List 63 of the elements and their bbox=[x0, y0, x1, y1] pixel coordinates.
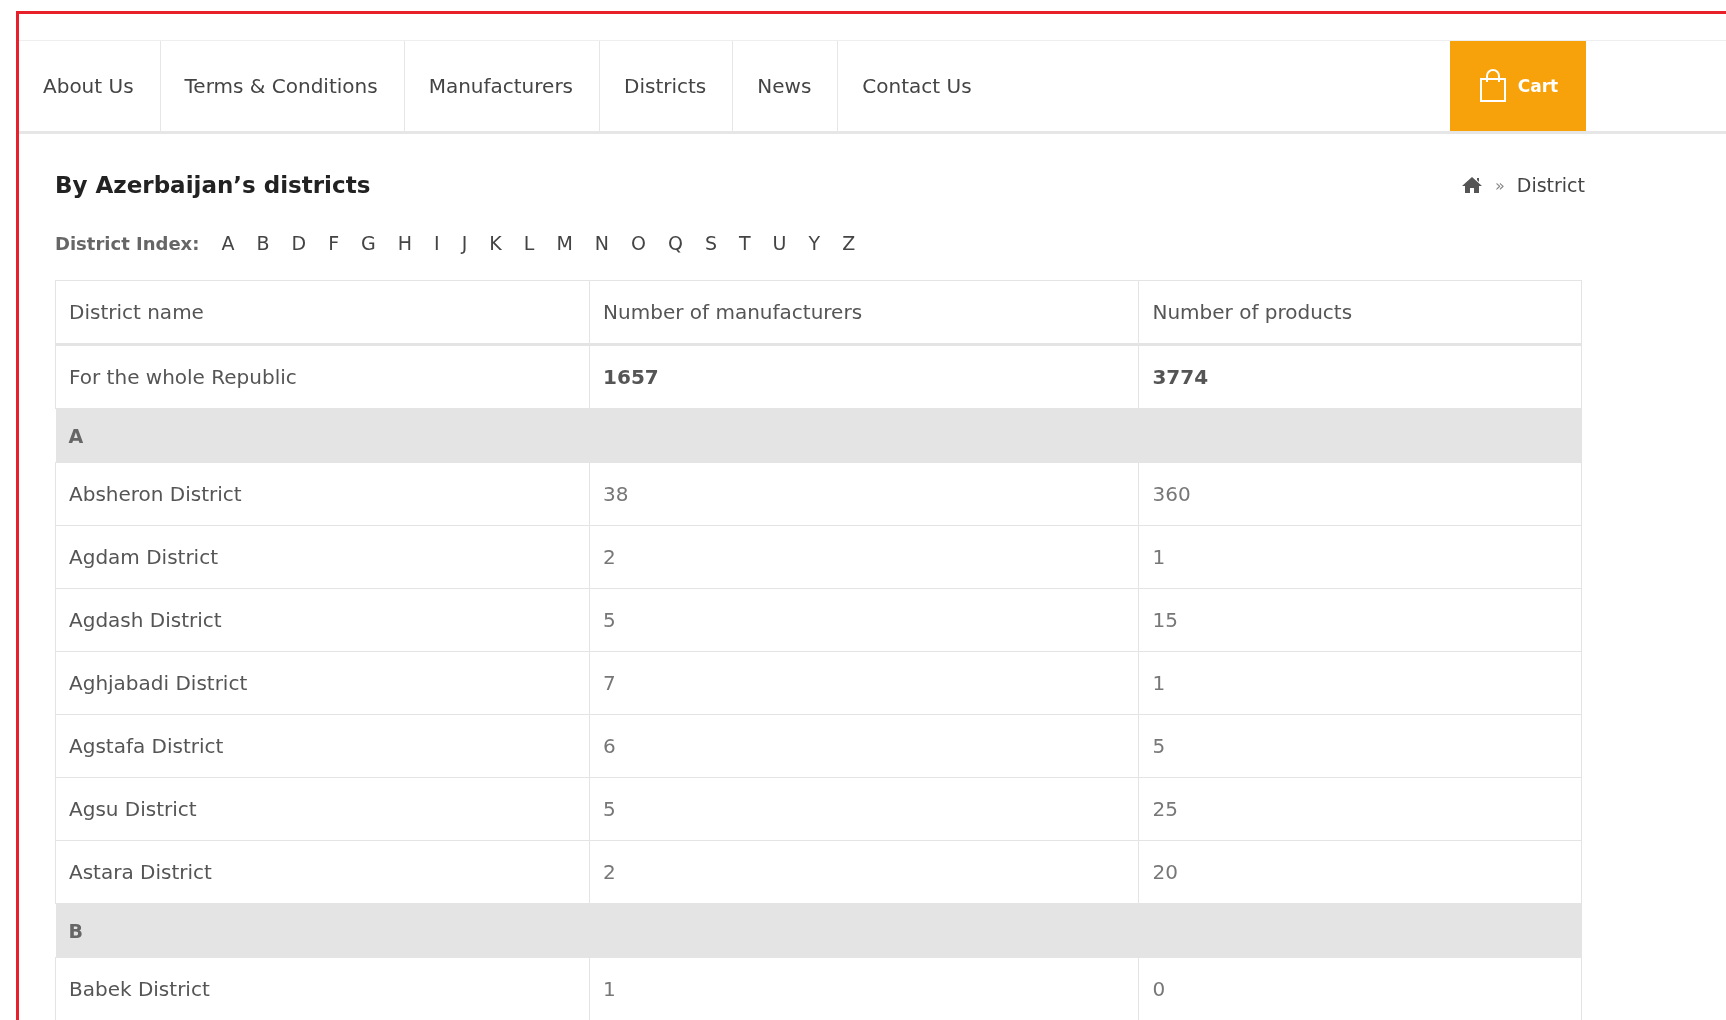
table-cell: 0 bbox=[1138, 957, 1582, 1020]
nav-link[interactable]: Terms & Conditions bbox=[160, 41, 405, 131]
index-letter-link[interactable]: F bbox=[328, 232, 340, 254]
table-cell: 5 bbox=[589, 777, 1139, 841]
index-letter-link[interactable]: H bbox=[397, 232, 413, 254]
table-cell: Babek District bbox=[55, 957, 590, 1020]
index-letter-link[interactable]: I bbox=[434, 232, 440, 254]
nav-link[interactable]: Districts bbox=[600, 41, 734, 131]
shopping-bag-icon bbox=[1477, 69, 1508, 103]
index-letter-link[interactable]: Z bbox=[842, 232, 856, 254]
table-cell: 38 bbox=[589, 462, 1139, 526]
table-cell: Agdash District bbox=[55, 588, 590, 652]
nav-link[interactable]: Contact Us bbox=[838, 41, 998, 131]
table-cell: 6 bbox=[589, 714, 1139, 778]
group-header-cell: A bbox=[55, 408, 590, 463]
table-cell: 1 bbox=[1138, 525, 1582, 589]
table-cell: Astara District bbox=[55, 840, 590, 904]
table-cell: 1657 bbox=[589, 344, 1139, 409]
index-letter-link[interactable]: G bbox=[361, 232, 376, 254]
table-cell: Aghjabadi District bbox=[55, 651, 590, 715]
index-letter-link[interactable]: M bbox=[556, 232, 573, 254]
table-cell: Agsu District bbox=[55, 777, 590, 841]
table-cell: 5 bbox=[589, 588, 1139, 652]
table-cell: 1 bbox=[589, 957, 1139, 1020]
breadcrumb-current: District bbox=[1516, 174, 1585, 196]
index-letter-link[interactable]: B bbox=[256, 232, 270, 254]
index-letter-link[interactable]: K bbox=[489, 232, 502, 254]
index-letter-link[interactable]: D bbox=[291, 232, 307, 254]
page-title: By Azerbaijan’s districts bbox=[55, 172, 371, 198]
column-header: District name bbox=[55, 280, 590, 345]
home-icon[interactable] bbox=[1460, 176, 1483, 194]
index-letter-link[interactable]: O bbox=[631, 232, 646, 254]
index-letter-link[interactable]: Q bbox=[667, 232, 683, 254]
table-cell: 1 bbox=[1138, 651, 1582, 715]
table-cell: 2 bbox=[589, 840, 1139, 904]
nav-link[interactable]: News bbox=[733, 41, 839, 131]
index-letter-link[interactable]: S bbox=[704, 232, 717, 254]
index-letter-link[interactable]: N bbox=[594, 232, 609, 254]
index-letter-link[interactable]: U bbox=[772, 232, 787, 254]
index-letter-link[interactable]: A bbox=[221, 232, 235, 254]
table-cell: Agdam District bbox=[55, 525, 590, 589]
index-letter-link[interactable]: J bbox=[461, 232, 468, 254]
table-cell: 7 bbox=[589, 651, 1139, 715]
table-cell: 25 bbox=[1138, 777, 1582, 841]
district-index-label: District Index: bbox=[55, 232, 200, 254]
table-cell: 360 bbox=[1138, 462, 1582, 526]
column-header: Number of products bbox=[1138, 280, 1582, 345]
table-cell: Absheron District bbox=[55, 462, 590, 526]
breadcrumb-separator: » bbox=[1494, 175, 1505, 195]
table-cell: 15 bbox=[1138, 588, 1582, 652]
table-cell: 2 bbox=[589, 525, 1139, 589]
table-cell: 20 bbox=[1138, 840, 1582, 904]
index-letter-link[interactable]: Y bbox=[808, 232, 821, 254]
nav-link[interactable]: About Us bbox=[19, 41, 161, 131]
table-cell: For the whole Republic bbox=[55, 344, 590, 409]
group-header-cell: B bbox=[55, 903, 590, 958]
column-header: Number of manufacturers bbox=[589, 280, 1139, 345]
index-letter-link[interactable]: L bbox=[523, 232, 535, 254]
table-cell: Agstafa District bbox=[55, 714, 590, 778]
table-cell: 5 bbox=[1138, 714, 1582, 778]
index-letter-link[interactable]: T bbox=[739, 232, 751, 254]
table-cell: 3774 bbox=[1138, 344, 1582, 409]
nav-link[interactable]: Manufacturers bbox=[404, 41, 601, 131]
